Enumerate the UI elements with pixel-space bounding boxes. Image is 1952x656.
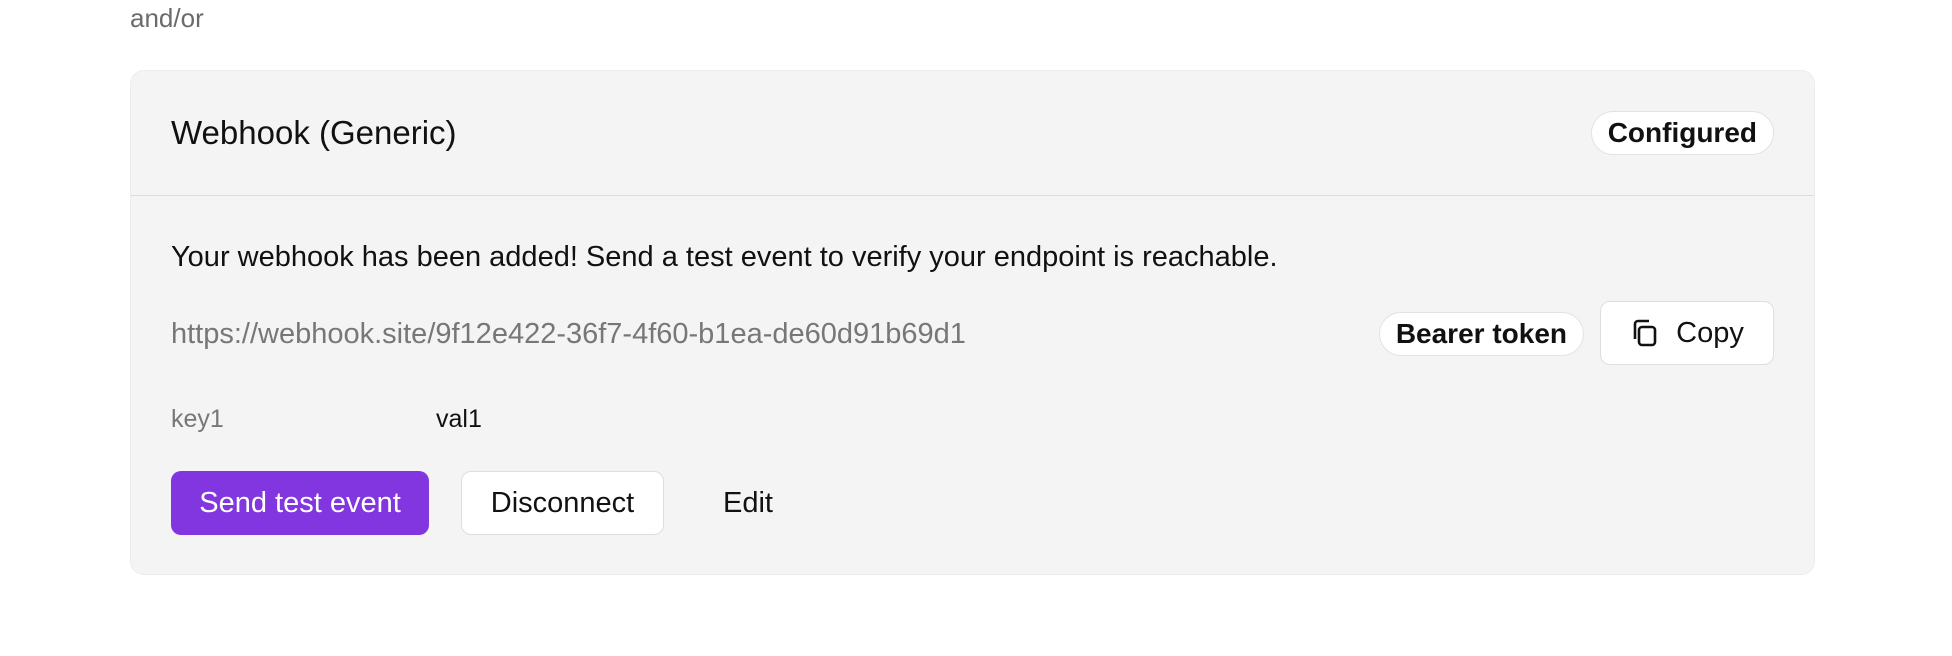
action-bar: Send test event Disconnect Edit	[171, 471, 871, 535]
card-title: Webhook (Generic)	[171, 114, 457, 151]
header-value: val1	[436, 405, 482, 433]
copy-icon	[1630, 318, 1660, 348]
send-test-event-button[interactable]: Send test event	[171, 471, 429, 535]
card-header: Webhook (Generic) Configured	[131, 71, 1814, 196]
webhook-card: Webhook (Generic) Configured Your webhoo…	[130, 70, 1815, 575]
disconnect-button[interactable]: Disconnect	[461, 471, 664, 535]
page: and/or Webhook (Generic) Configured Your…	[0, 0, 1952, 656]
success-message: Your webhook has been added! Send a test…	[171, 241, 1278, 273]
status-badge: Configured	[1590, 111, 1774, 155]
endpoint-url: https://webhook.site/9f12e422-36f7-4f60-…	[171, 318, 966, 350]
auth-type-badge: Bearer token	[1378, 312, 1584, 356]
edit-button[interactable]: Edit	[719, 471, 777, 535]
copy-label: Copy	[1676, 316, 1744, 349]
header-key: key1	[171, 405, 224, 433]
endpoint-row: https://webhook.site/9f12e422-36f7-4f60-…	[171, 301, 1774, 367]
copy-button[interactable]: Copy	[1600, 301, 1774, 365]
separator-text: and/or	[130, 3, 204, 33]
header-row: key1 val1	[171, 401, 771, 437]
